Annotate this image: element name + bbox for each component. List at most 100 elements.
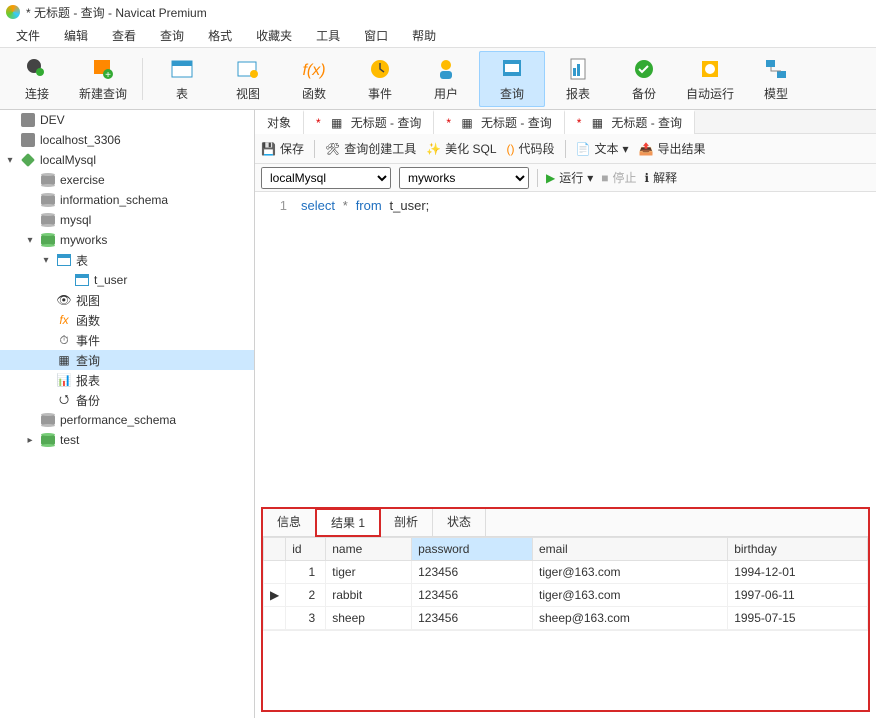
- conn-dev[interactable]: DEV: [0, 110, 254, 130]
- tab-profile[interactable]: 剖析: [380, 509, 433, 536]
- node-views[interactable]: 👁视图: [0, 290, 254, 310]
- menu-help[interactable]: 帮助: [402, 25, 446, 46]
- node-events[interactable]: ⏱事件: [0, 330, 254, 350]
- explain-icon: ℹ: [645, 171, 650, 185]
- doc-icon: 📄: [576, 142, 591, 156]
- result-grid[interactable]: id name password email birthday 1tiger12…: [263, 537, 868, 630]
- cell-password[interactable]: 123456: [412, 584, 533, 607]
- table-row[interactable]: 1tiger123456tiger@163.com1994-12-01: [264, 561, 868, 584]
- table-t-user[interactable]: t_user: [0, 270, 254, 290]
- col-birthday[interactable]: birthday: [728, 538, 868, 561]
- tab-query-1[interactable]: ▦无标题 - 查询: [304, 110, 434, 134]
- tool-model[interactable]: 模型: [743, 51, 809, 107]
- save-button[interactable]: 💾保存: [261, 140, 304, 157]
- db-exercise[interactable]: exercise: [0, 170, 254, 190]
- menu-favorites[interactable]: 收藏夹: [246, 25, 302, 46]
- cell-birthday[interactable]: 1997-06-11: [728, 584, 868, 607]
- cell-email[interactable]: tiger@163.com: [533, 584, 728, 607]
- query-icon: [498, 55, 526, 83]
- db-information-schema[interactable]: information_schema: [0, 190, 254, 210]
- chevron-down-icon[interactable]: ▾: [40, 255, 52, 266]
- main-toolbar: 连接 + 新建查询 表 视图 f(x) 函数 事件 用户 查询 报表 备份 自动…: [0, 48, 876, 110]
- model-icon: [762, 55, 790, 83]
- menu-view[interactable]: 查看: [102, 25, 146, 46]
- run-button[interactable]: ▶运行▾: [546, 169, 593, 186]
- conn-localhost[interactable]: localhost_3306: [0, 130, 254, 150]
- tool-connect[interactable]: 连接: [4, 51, 70, 107]
- node-functions[interactable]: fx函数: [0, 310, 254, 330]
- cell-name[interactable]: rabbit: [326, 584, 412, 607]
- tab-query-2[interactable]: ▦无标题 - 查询: [434, 110, 564, 134]
- tab-objects[interactable]: 对象: [255, 110, 304, 134]
- stop-icon: ■: [601, 171, 608, 185]
- query-tab-icon: ▦: [459, 115, 475, 131]
- db-test[interactable]: ▸test: [0, 430, 254, 450]
- cell-name[interactable]: sheep: [326, 607, 412, 630]
- tab-info[interactable]: 信息: [263, 509, 316, 536]
- explain-button[interactable]: ℹ解释: [645, 169, 678, 186]
- menu-file[interactable]: 文件: [6, 25, 50, 46]
- col-name[interactable]: name: [326, 538, 412, 561]
- table-row[interactable]: 3sheep123456sheep@163.com1995-07-15: [264, 607, 868, 630]
- export-button[interactable]: 📤导出结果: [639, 140, 706, 157]
- result-tabs: 信息 结果 1 剖析 状态: [263, 509, 868, 537]
- menu-window[interactable]: 窗口: [354, 25, 398, 46]
- col-password[interactable]: password: [412, 538, 533, 561]
- node-reports[interactable]: 📊报表: [0, 370, 254, 390]
- tool-query[interactable]: 查询: [479, 51, 545, 107]
- col-id[interactable]: id: [286, 538, 326, 561]
- db-performance-schema[interactable]: performance_schema: [0, 410, 254, 430]
- cell-name[interactable]: tiger: [326, 561, 412, 584]
- node-tables[interactable]: ▾表: [0, 250, 254, 270]
- connection-select[interactable]: localMysql: [261, 167, 391, 189]
- connection-tree[interactable]: DEV localhost_3306 ▾localMysql exercise …: [0, 110, 255, 718]
- tool-user[interactable]: 用户: [413, 51, 479, 107]
- cell-id[interactable]: 1: [286, 561, 326, 584]
- menu-format[interactable]: 格式: [198, 25, 242, 46]
- menu-edit[interactable]: 编辑: [54, 25, 98, 46]
- beautify-button[interactable]: ✨美化 SQL: [426, 140, 496, 157]
- snippet-button[interactable]: ()代码段: [507, 140, 555, 157]
- export-icon: 📤: [639, 142, 654, 156]
- query-builder-button[interactable]: 🛠查询创建工具: [325, 140, 416, 157]
- col-email[interactable]: email: [533, 538, 728, 561]
- cell-birthday[interactable]: 1994-12-01: [728, 561, 868, 584]
- node-backups[interactable]: ⭯备份: [0, 390, 254, 410]
- database-select[interactable]: myworks: [399, 167, 529, 189]
- new-query-icon: +: [89, 55, 117, 83]
- tool-backup[interactable]: 备份: [611, 51, 677, 107]
- menu-tools[interactable]: 工具: [306, 25, 350, 46]
- tool-function[interactable]: f(x) 函数: [281, 51, 347, 107]
- cell-email[interactable]: tiger@163.com: [533, 561, 728, 584]
- tool-table[interactable]: 表: [149, 51, 215, 107]
- text-button[interactable]: 📄文本▾: [576, 140, 629, 157]
- tool-report[interactable]: 报表: [545, 51, 611, 107]
- table-row[interactable]: ▶2rabbit123456tiger@163.com1997-06-11: [264, 584, 868, 607]
- tool-event[interactable]: 事件: [347, 51, 413, 107]
- cell-birthday[interactable]: 1995-07-15: [728, 607, 868, 630]
- db-mysql[interactable]: mysql: [0, 210, 254, 230]
- tab-status[interactable]: 状态: [433, 509, 486, 536]
- chevron-down-icon[interactable]: ▾: [4, 155, 16, 166]
- cell-id[interactable]: 2: [286, 584, 326, 607]
- tool-auto[interactable]: 自动运行: [677, 51, 743, 107]
- cell-email[interactable]: sheep@163.com: [533, 607, 728, 630]
- cell-password[interactable]: 123456: [412, 561, 533, 584]
- menu-query[interactable]: 查询: [150, 25, 194, 46]
- sql-editor[interactable]: 1select * from t_user;: [255, 192, 876, 501]
- tab-result-1[interactable]: 结果 1: [315, 508, 381, 537]
- tool-view[interactable]: 视图: [215, 51, 281, 107]
- tool-newquery[interactable]: + 新建查询: [70, 51, 136, 107]
- tab-query-3[interactable]: ▦无标题 - 查询: [565, 110, 695, 134]
- conn-localmysql[interactable]: ▾localMysql: [0, 150, 254, 170]
- stop-button[interactable]: ■停止: [601, 169, 636, 186]
- cell-password[interactable]: 123456: [412, 607, 533, 630]
- chevron-down-icon[interactable]: ▾: [24, 235, 36, 246]
- node-queries[interactable]: ▦查询: [0, 350, 254, 370]
- chevron-right-icon[interactable]: ▸: [24, 435, 36, 446]
- chevron-down-icon: ▾: [623, 142, 629, 156]
- row-marker-col: [264, 538, 286, 561]
- db-myworks[interactable]: ▾myworks: [0, 230, 254, 250]
- query-tab-icon: ▦: [329, 115, 345, 131]
- cell-id[interactable]: 3: [286, 607, 326, 630]
